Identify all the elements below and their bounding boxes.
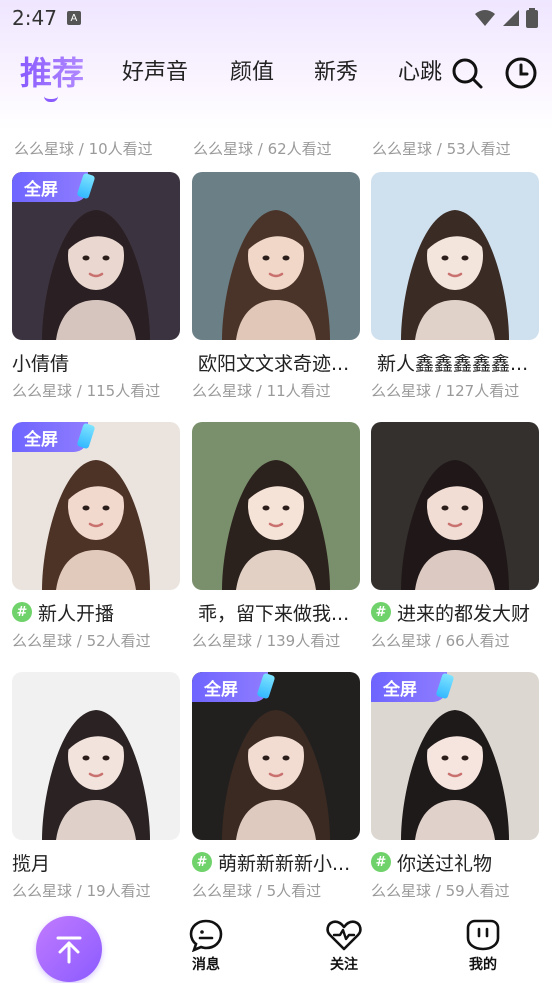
stream-title: 新人鑫鑫鑫鑫鑫... [377, 352, 529, 375]
stream-title: 你送过礼物 [397, 852, 493, 875]
active-tab-indicator [44, 96, 58, 102]
bottom-nav: 消息 关注 我的 [0, 908, 552, 983]
tab-recommend[interactable]: 推荐 [20, 48, 84, 94]
fullscreen-badge-label: 全屏 [204, 679, 238, 700]
stream-title-row: # 新人开播 [12, 600, 180, 624]
tab-good-voice[interactable]: 好声音 [122, 54, 188, 86]
fullscreen-badge: 全屏 [371, 672, 455, 702]
stream-card[interactable]: 新人鑫鑫鑫鑫鑫... 么么星球 / 127人看过 [371, 172, 539, 401]
status-bar: 2:47 A [0, 0, 552, 36]
tab-newcomer[interactable]: 新秀 [314, 54, 358, 86]
stream-card[interactable]: 全屏小倩倩么么星球 / 115人看过 [12, 172, 180, 401]
streamer-photo [192, 422, 360, 590]
stream-meta: 么么星球 / 52人看过 [12, 632, 151, 650]
tab-looks[interactable]: 颜值 [230, 54, 274, 86]
stream-title: 揽月 [12, 852, 51, 875]
streamer-photo [371, 172, 539, 340]
stream-card[interactable]: 揽月么么星球 / 19人看过 [12, 672, 180, 901]
stream-title: 进来的都发大财 [397, 602, 531, 625]
stream-meta: 么么星球 / 19人看过 [12, 882, 151, 900]
battery-icon [526, 8, 538, 28]
fullscreen-badge: 全屏 [192, 672, 276, 702]
nav-profile[interactable]: 我的 [453, 918, 513, 974]
status-time: 2:47 [12, 6, 57, 30]
message-icon [189, 919, 223, 952]
stream-card[interactable]: # 进来的都发大财么么星球 / 66人看过 [371, 422, 539, 651]
stream-title-row: # 进来的都发大财 [371, 600, 539, 624]
category-tabs: 推荐 好声音 颜值 新秀 心跳 [0, 40, 552, 106]
topic-hash-icon: # [371, 602, 391, 622]
stream-title-row: 新人鑫鑫鑫鑫鑫... [371, 350, 539, 375]
stream-thumbnail[interactable] [12, 672, 180, 840]
stream-thumbnail[interactable]: 全屏 [12, 172, 180, 340]
stream-thumbnail[interactable] [371, 172, 539, 340]
nav-label-profile: 我的 [469, 957, 497, 973]
arrow-up-icon [56, 936, 82, 964]
streamer-photo [12, 672, 180, 840]
partial-card-meta: 么么星球 / 53人看过 [372, 140, 511, 158]
stream-title-row: 欧阳文文求奇迹... [192, 350, 360, 375]
partial-card-meta: 么么星球 / 10人看过 [14, 140, 153, 158]
stream-card[interactable]: 全屏 # 萌新新新新小... 么么星球 / 5人看过 [192, 672, 360, 901]
stream-title-row: 揽月 [12, 850, 180, 875]
scroll-top-button[interactable] [36, 916, 102, 982]
notification-icon: A [66, 11, 81, 25]
streamer-photo [371, 422, 539, 590]
nav-messages[interactable]: 消息 [176, 918, 236, 974]
stream-thumbnail[interactable]: 全屏 [12, 422, 180, 590]
stream-title-row: # 萌新新新新小... [192, 850, 360, 874]
stream-meta: 么么星球 / 59人看过 [371, 882, 510, 900]
stream-thumbnail[interactable]: 全屏 [192, 672, 360, 840]
stream-meta: 么么星球 / 139人看过 [192, 632, 341, 650]
stream-title: 小倩倩 [12, 352, 70, 375]
fullscreen-badge: 全屏 [12, 422, 96, 452]
stream-card[interactable]: 欧阳文文求奇迹... 么么星球 / 11人看过 [192, 172, 360, 401]
heart-pulse-icon [326, 920, 362, 951]
profile-icon [466, 919, 500, 951]
nav-following[interactable]: 关注 [314, 918, 374, 974]
fullscreen-badge-label: 全屏 [24, 179, 58, 200]
signal-icon [503, 10, 519, 26]
streamer-photo [192, 172, 360, 340]
nav-label-messages: 消息 [192, 957, 220, 973]
topic-hash-icon: # [12, 602, 32, 622]
tab-heartbeat[interactable]: 心跳 [398, 54, 448, 86]
stream-title: 欧阳文文求奇迹... [198, 352, 350, 375]
stream-card[interactable]: 乖，留下来做我... 么么星球 / 139人看过 [192, 422, 360, 651]
topic-hash-icon: # [192, 852, 212, 872]
stream-title: 乖，留下来做我... [198, 602, 350, 625]
fullscreen-badge-label: 全屏 [24, 429, 58, 450]
search-icon[interactable] [450, 56, 484, 90]
fullscreen-badge: 全屏 [12, 172, 96, 202]
stream-thumbnail[interactable]: 全屏 [371, 672, 539, 840]
topic-hash-icon: # [371, 852, 391, 872]
stream-title: 新人开播 [38, 602, 115, 625]
fullscreen-badge-label: 全屏 [383, 679, 417, 700]
stream-title-row: # 你送过礼物 [371, 850, 539, 874]
partial-card-meta: 么么星球 / 62人看过 [193, 140, 332, 158]
clock-icon[interactable] [504, 56, 538, 90]
stream-title: 萌新新新新小... [218, 852, 351, 875]
stream-meta: 么么星球 / 127人看过 [371, 382, 520, 400]
stream-title-row: 乖，留下来做我... [192, 600, 360, 625]
stream-card[interactable]: 全屏 # 你送过礼物么么星球 / 59人看过 [371, 672, 539, 901]
stream-meta: 么么星球 / 11人看过 [192, 382, 331, 400]
stream-thumbnail[interactable] [192, 422, 360, 590]
stream-card[interactable]: 全屏 # 新人开播么么星球 / 52人看过 [12, 422, 180, 651]
wifi-icon [475, 10, 495, 26]
status-icons [474, 8, 538, 28]
nav-label-following: 关注 [330, 957, 358, 973]
stream-title-row: 小倩倩 [12, 350, 180, 375]
stream-grid: 么么星球 / 10人看过 么么星球 / 62人看过 么么星球 / 53人看过 全… [0, 106, 552, 908]
stream-meta: 么么星球 / 5人看过 [192, 882, 322, 900]
stream-meta: 么么星球 / 115人看过 [12, 382, 161, 400]
stream-thumbnail[interactable] [192, 172, 360, 340]
stream-meta: 么么星球 / 66人看过 [371, 632, 510, 650]
stream-thumbnail[interactable] [371, 422, 539, 590]
